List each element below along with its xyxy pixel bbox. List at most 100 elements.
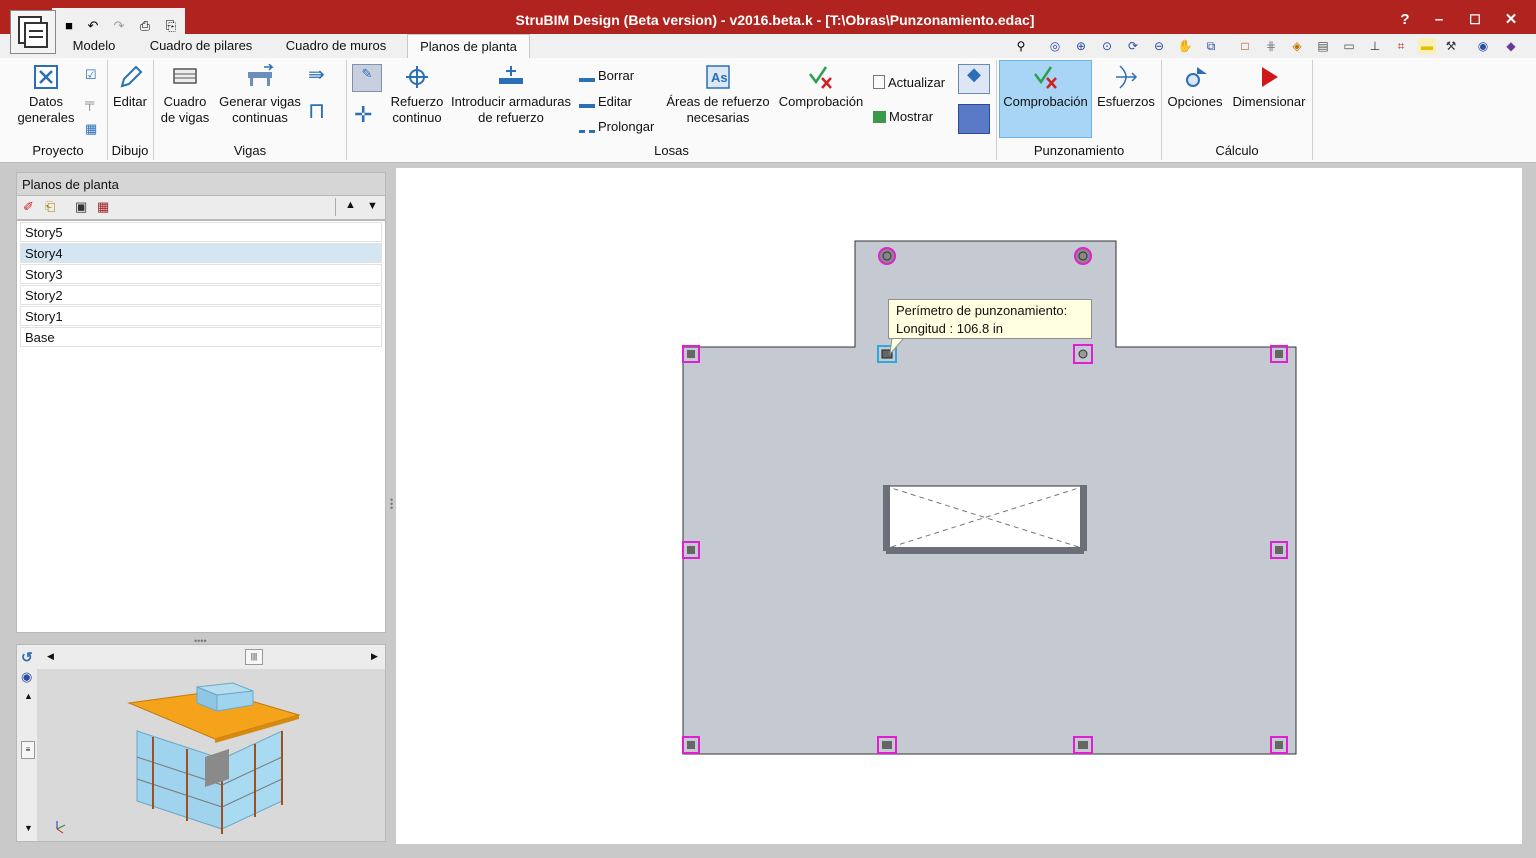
slab-grid-icon[interactable] (958, 104, 990, 134)
refresh-view-icon[interactable]: ⟳ (1124, 38, 1142, 54)
scroll-up-arrow-icon[interactable]: ▲ (24, 691, 33, 701)
zoom-window-icon[interactable]: ◎ (1046, 38, 1064, 54)
beam-table-icon (173, 68, 197, 84)
vertical-splitter-grip[interactable]: • • • (390, 496, 394, 513)
prolongar-label: Prolongar (598, 119, 655, 134)
vertical-scroll-thumb[interactable]: ≡ (21, 741, 35, 759)
notes-icon[interactable]: ▬ (1418, 38, 1436, 54)
mostrar-button[interactable]: Mostrar (873, 108, 933, 126)
bim-icon[interactable]: ◆ (1502, 38, 1520, 54)
maximize-button[interactable]: ☐ (1460, 8, 1490, 32)
frame-beam-icon[interactable]: ⊓ (308, 100, 325, 122)
minimize-button[interactable]: – (1424, 8, 1454, 32)
cuadro-de-vigas-button[interactable]: Cuadro de vigas (156, 64, 214, 126)
areas-label-2: necesarias (686, 110, 750, 125)
list-item-base[interactable]: Base (20, 327, 382, 347)
export-grid-icon[interactable]: ▦ (97, 199, 109, 215)
export-dxf-icon[interactable]: ▣ (75, 199, 87, 215)
move-up-icon[interactable]: ▲ (345, 199, 356, 211)
delete-plan-icon[interactable]: ✐ (23, 199, 34, 215)
layers-icon[interactable]: ▤ (1314, 38, 1332, 54)
binoculars-icon[interactable]: ⚲ (1012, 38, 1030, 54)
pan-icon[interactable]: ✋ (1176, 38, 1194, 54)
tab-cuadro-pilares[interactable]: Cuadro de pilares (138, 34, 264, 58)
introducir-armaduras-button[interactable]: Introducir armaduras de refuerzo (448, 64, 574, 126)
refuerzo-continuo-button[interactable]: Refuerzo continuo (388, 64, 446, 126)
editar-armadura-button[interactable]: Editar (579, 92, 632, 111)
redo-icon[interactable]: ↷ (110, 18, 128, 34)
save-icon[interactable]: ■ (60, 18, 78, 34)
axes-icon[interactable]: ⊥ (1366, 38, 1384, 54)
print-icon[interactable]: ⎙ (136, 18, 154, 34)
scroll-down-arrow-icon[interactable]: ▼ (24, 823, 33, 833)
help-button[interactable]: ? (1390, 8, 1420, 32)
datos-generales-button[interactable]: Datos generales (12, 64, 80, 126)
dimension-icon[interactable]: ▭ (1340, 38, 1358, 54)
actualizar-button[interactable]: Actualizar (873, 74, 945, 92)
actualizar-label: Actualizar (888, 75, 946, 90)
opciones-button[interactable]: Opciones (1164, 64, 1226, 110)
generar-vigas-continuas-button[interactable]: Generar vigas continuas (214, 64, 306, 126)
tools-icon[interactable]: ⚒ (1442, 38, 1460, 54)
beam-small-icon[interactable]: ╤ (85, 94, 94, 112)
list-item-story1[interactable]: Story1 (20, 306, 382, 326)
horizontal-scroll-thumb[interactable]: ||| (245, 649, 263, 665)
check-small-icon[interactable]: ☑ (85, 66, 97, 84)
column-circular[interactable] (1074, 247, 1092, 265)
refresh-doc-icon (873, 75, 885, 89)
web-icon[interactable]: ◉ (1474, 38, 1492, 54)
slab-opening[interactable] (883, 485, 1087, 554)
prolongar-button[interactable]: Prolongar (579, 118, 654, 136)
scroll-right-arrow-icon[interactable]: ▶ (371, 651, 378, 662)
ribbon-tabs: Modelo Cuadro de pilares Cuadro de muros… (0, 34, 1536, 58)
introducir-label-1: Introducir armaduras (451, 94, 571, 109)
tab-modelo[interactable]: Modelo (60, 34, 128, 58)
list-item-story2[interactable]: Story2 (20, 285, 382, 305)
view-eye-icon[interactable]: ◉ (21, 669, 32, 685)
horizontal-scrollbar[interactable] (37, 645, 385, 669)
slab-pattern-icon[interactable]: ✎ (352, 64, 382, 92)
zoom-in-icon[interactable]: ⊙ (1098, 38, 1116, 54)
zoom-previous-icon[interactable]: ⧉ (1202, 38, 1220, 54)
frame-icon[interactable]: □ (1236, 38, 1254, 54)
scroll-left-arrow-icon[interactable]: ◀ (47, 651, 54, 662)
rotate-icon[interactable]: ↺ (21, 649, 33, 666)
dimensionar-button[interactable]: Dimensionar (1228, 64, 1310, 110)
continuous-reinforcement-icon (406, 66, 428, 88)
column-circular[interactable] (878, 247, 896, 265)
open-plan-icon[interactable]: ⎗ (45, 199, 55, 215)
editar-dibujo-button[interactable]: Editar (110, 64, 150, 110)
comprobacion-punzonamiento-button[interactable]: Comprobación (999, 64, 1092, 110)
building-3d-model (56, 682, 301, 834)
zoom-out-icon[interactable]: ⊖ (1150, 38, 1168, 54)
areas-de-refuerzo-button[interactable]: As Áreas de refuerzo necesarias (664, 64, 772, 126)
delete-rebar-icon (579, 66, 595, 82)
mostrar-label: Mostrar (889, 109, 934, 124)
general-data-icon (34, 65, 58, 89)
table-small-icon[interactable]: ▦ (85, 120, 97, 138)
grid-icon[interactable]: ⋕ (1262, 38, 1280, 54)
tab-planos-planta[interactable]: Planos de planta (407, 34, 530, 58)
move-icon[interactable]: ✛ (354, 104, 372, 126)
undo-icon[interactable]: ↶ (84, 18, 102, 34)
quick-access-toolbar: ■ ↶ ↷ ⎙ ⎘ (52, 8, 185, 34)
beam-arrow-icon[interactable]: ⇛ (308, 65, 325, 85)
move-down-icon[interactable]: ▼ (367, 200, 378, 212)
references-icon[interactable]: ⌗ (1392, 38, 1410, 54)
application-menu-button[interactable] (10, 10, 56, 54)
list-item-story5[interactable]: Story5 (20, 222, 382, 242)
check-cross-icon (809, 66, 832, 89)
borrar-button[interactable]: Borrar (579, 66, 634, 85)
print-preview-icon[interactable]: ⎘ (162, 18, 180, 34)
list-item-story4[interactable]: Story4 (20, 243, 382, 263)
comprobacion-losas-button[interactable]: Comprobación (774, 64, 868, 110)
snap-icon[interactable]: ◈ (1288, 38, 1306, 54)
list-item-story3[interactable]: Story3 (20, 264, 382, 284)
zoom-all-icon[interactable]: ⊕ (1072, 38, 1090, 54)
comprobacion-p-label: Comprobación (1003, 94, 1088, 109)
tab-cuadro-muros[interactable]: Cuadro de muros (274, 34, 398, 58)
slab-diamond-icon[interactable]: ◆ (958, 64, 990, 94)
esfuerzos-button[interactable]: Esfuerzos (1094, 64, 1158, 110)
generar-vigas-label-1: Generar vigas (219, 94, 301, 109)
close-button[interactable]: ✕ (1496, 8, 1526, 32)
